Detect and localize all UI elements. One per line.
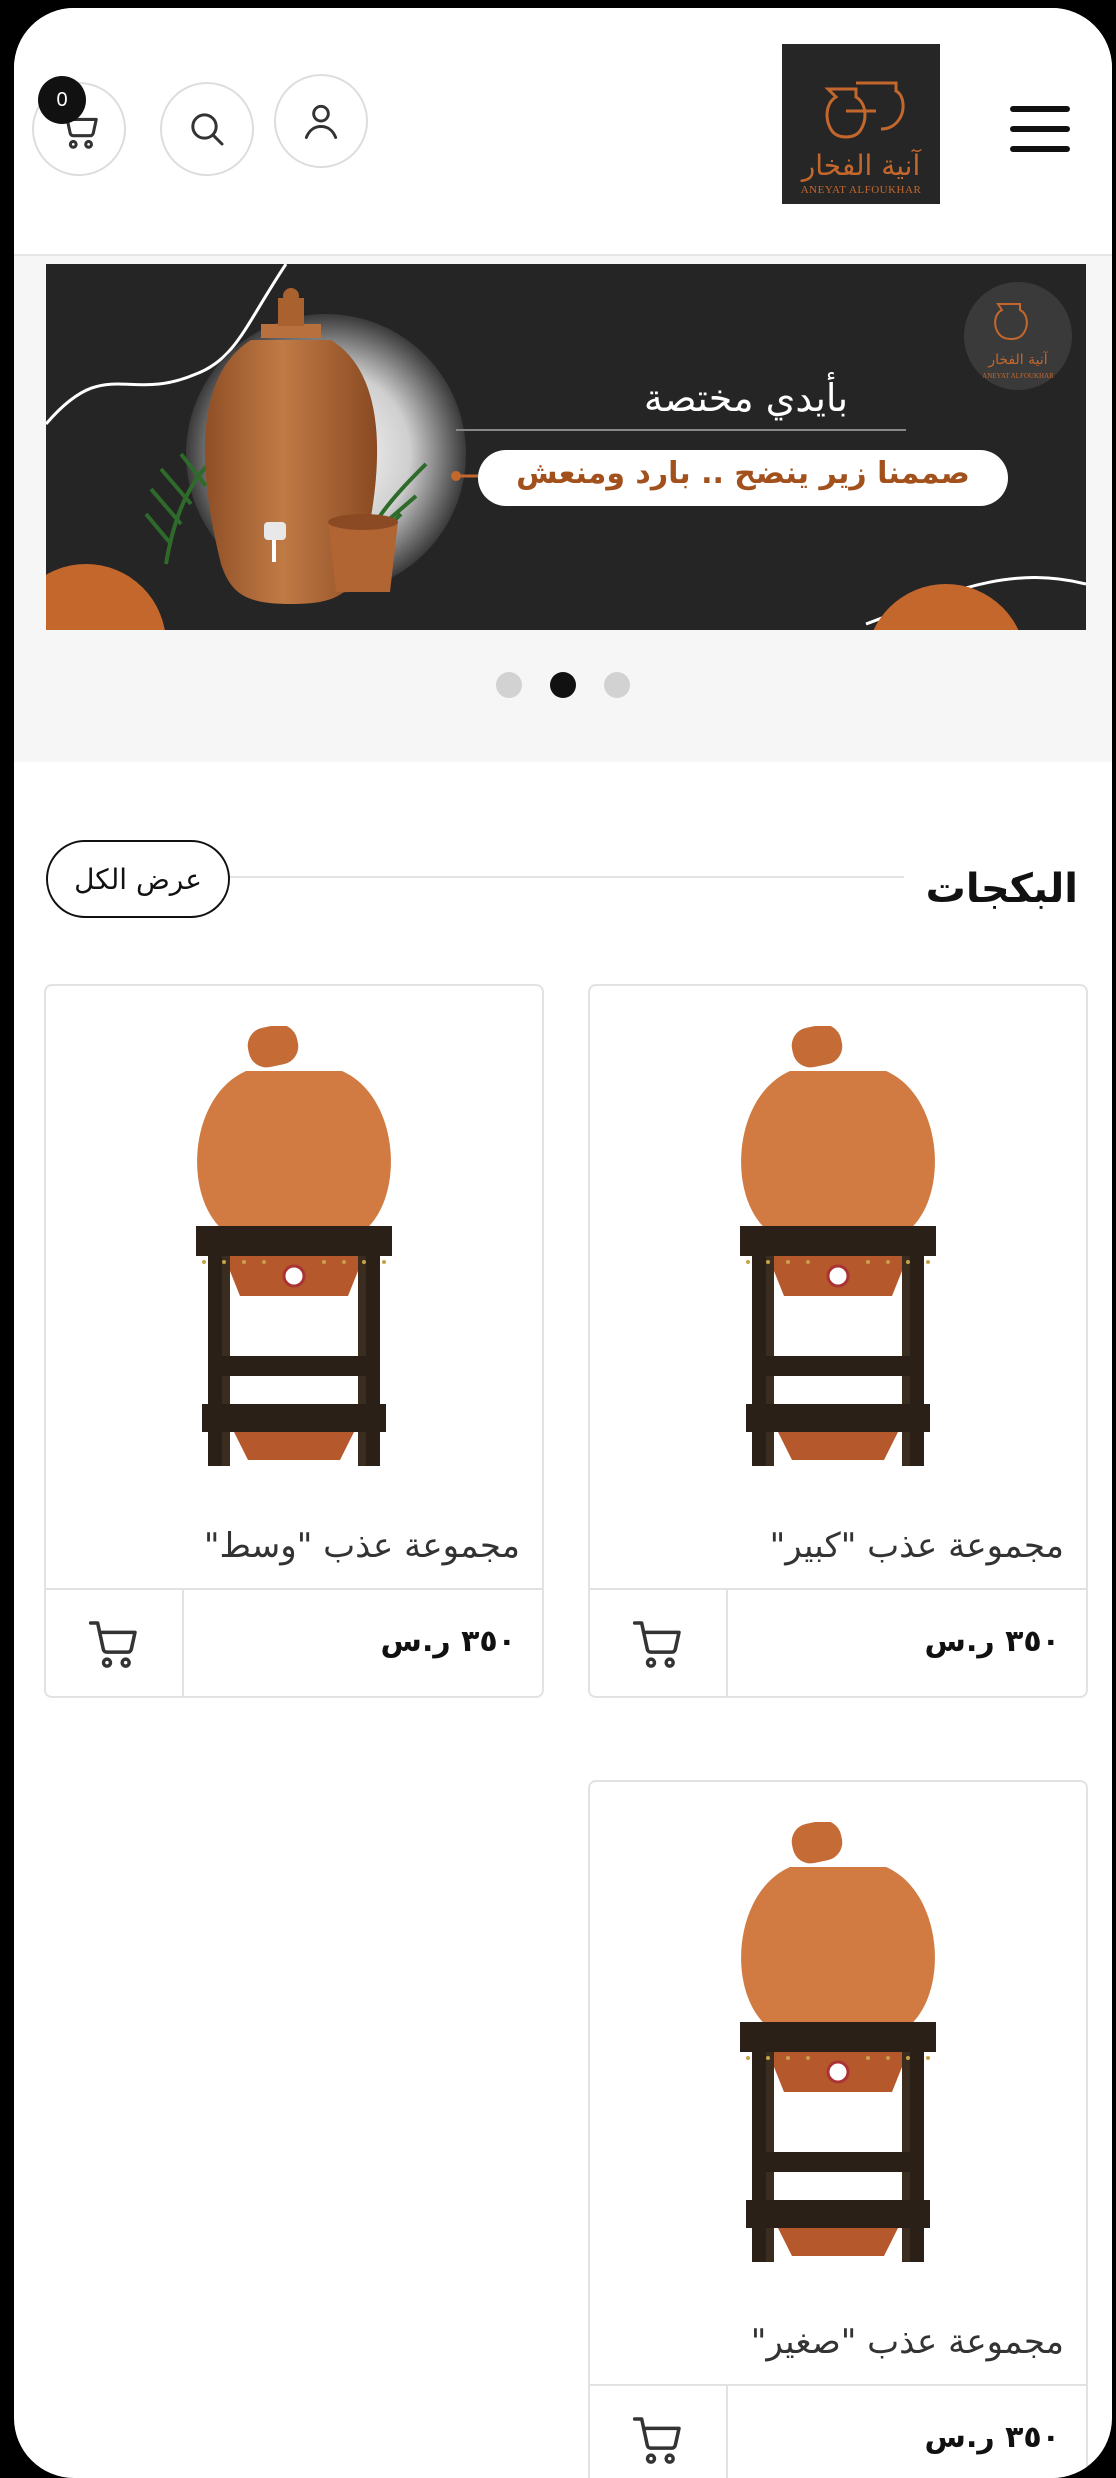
logo-english-text: ANEYAT ALFOUKHAR [800,184,922,196]
product-footer: ٣٥٠ ر.س [46,1588,542,1696]
product-image[interactable] [590,1782,1086,2302]
add-to-cart-button[interactable] [590,2386,728,2478]
search-button[interactable] [160,82,254,176]
product-image[interactable] [46,986,542,1506]
banner-tagline: صممنا زير ينضح .. بارد ومنعش [516,456,970,491]
water-jar-stand-image [740,1822,936,2262]
add-to-cart-button[interactable] [590,1590,728,1696]
menu-icon[interactable] [1010,106,1070,152]
slider-dot[interactable] [604,672,630,698]
view-all-button[interactable]: عرض الكل [46,840,230,918]
product-image[interactable] [590,986,1086,1506]
product-card[interactable]: مجموعة عذب "وسط" ٣٥٠ ر.س [44,984,544,1698]
product-price: ٣٥٠ ر.س [924,1624,1060,1659]
product-price: ٣٥٠ ر.س [380,1624,516,1659]
section-title: البكجات [925,866,1078,912]
cart-count-badge: 0 [38,76,86,124]
svg-text:آنية الفخار: آنية الفخار [987,351,1048,368]
search-icon [191,113,224,146]
section-divider [226,876,904,878]
decor-circle [873,584,1019,630]
banner-headline: بأيدي مختصة [643,376,849,420]
slider-dots [14,672,1112,698]
water-jar-stand-image [196,1026,392,1466]
decor-circle [46,564,165,630]
product-footer: ٣٥٠ ر.س [590,1588,1086,1696]
product-card[interactable]: مجموعة عذب "صغير" ٣٥٠ ر.س [588,1780,1088,2478]
clay-cup [328,522,398,592]
app-frame: 0 آنية الفخار ANEYAT ALFOUKHAR آنية الفخ… [14,8,1112,2478]
slider-dot-active[interactable] [550,672,576,698]
hero-slider: آنية الفخار ANEYAT ALFOUKHAR بأيدي مختصة… [14,256,1112,762]
product-price: ٣٥٠ ر.س [924,2420,1060,2455]
pottery-logo-icon [824,81,905,139]
user-icon [304,104,338,139]
account-button[interactable] [274,74,368,168]
add-to-cart-button[interactable] [46,1590,184,1696]
brand-logo[interactable]: آنية الفخار ANEYAT ALFOUKHAR [782,44,940,204]
product-card[interactable]: مجموعة عذب "كبير" ٣٥٠ ر.س [588,984,1088,1698]
water-jar-stand-image [740,1026,936,1466]
banner-slide[interactable]: آنية الفخار ANEYAT ALFOUKHAR بأيدي مختصة… [46,264,1086,630]
product-name[interactable]: مجموعة عذب "كبير" [770,1526,1064,1566]
cart-icon [632,1621,681,1668]
cart-icon [88,1621,137,1668]
svg-text:ANEYAT ALFOUKHAR: ANEYAT ALFOUKHAR [982,372,1054,380]
product-name[interactable]: مجموعة عذب "صغير" [751,2322,1064,2362]
header: 0 آنية الفخار ANEYAT ALFOUKHAR [14,8,1112,256]
slider-dot[interactable] [496,672,522,698]
cart-icon [632,2417,681,2464]
logo-arabic-text: آنية الفخار [801,149,921,183]
product-name[interactable]: مجموعة عذب "وسط" [204,1526,520,1566]
banner-illustration: آنية الفخار ANEYAT ALFOUKHAR [46,264,1086,630]
